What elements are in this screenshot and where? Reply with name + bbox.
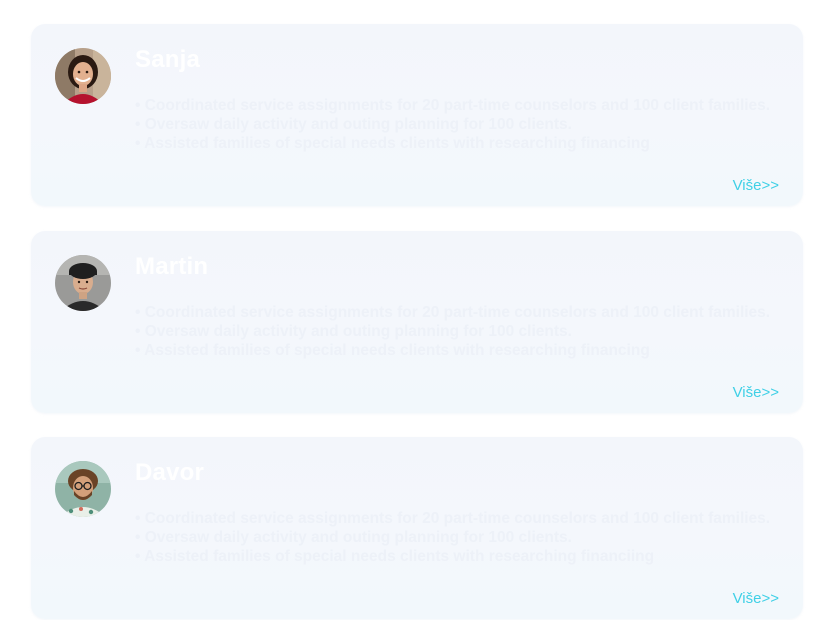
bullet-item: • Coordinated service assignments for 20… bbox=[135, 304, 771, 321]
profile-card: Davor • Coordinated service assignments … bbox=[31, 437, 803, 619]
bullet-item: • Oversaw daily activity and outing plan… bbox=[135, 529, 572, 546]
profile-card-list: Sanja • Coordinated service assignments … bbox=[0, 0, 834, 620]
profile-bullet-list: • Coordinated service assignments for 20… bbox=[135, 96, 770, 153]
bullet-item: • Assisted families of special needs cli… bbox=[135, 548, 655, 565]
man-hat-portrait-icon bbox=[55, 255, 111, 311]
profile-name: Martin bbox=[135, 253, 209, 280]
profile-card: Sanja • Coordinated service assignments … bbox=[31, 24, 803, 206]
more-link[interactable]: Više>> bbox=[733, 384, 779, 401]
avatar bbox=[55, 255, 111, 311]
man-glasses-portrait-icon bbox=[55, 461, 111, 517]
woman-portrait-icon bbox=[55, 48, 111, 104]
bullet-item: • Oversaw daily activity and outing plan… bbox=[135, 116, 572, 133]
more-link[interactable]: Više>> bbox=[733, 177, 779, 194]
avatar bbox=[55, 48, 111, 104]
more-link[interactable]: Više>> bbox=[733, 590, 779, 607]
profile-name: Sanja bbox=[135, 46, 201, 73]
bullet-item: • Coordinated service assignments for 20… bbox=[135, 97, 771, 114]
avatar bbox=[55, 461, 111, 517]
profile-bullet-list: • Coordinated service assignments for 20… bbox=[135, 509, 770, 566]
bullet-item: • Assisted families of special needs cli… bbox=[135, 342, 650, 359]
bullet-item: • Assisted families of special needs cli… bbox=[135, 135, 650, 152]
profile-name: Davor bbox=[135, 459, 205, 486]
profile-bullet-list: • Coordinated service assignments for 20… bbox=[135, 303, 770, 360]
bullet-item: • Oversaw daily activity and outing plan… bbox=[135, 323, 572, 340]
bullet-item: • Coordinated service assignments for 20… bbox=[135, 510, 771, 527]
profile-card: Martin • Coordinated service assignments… bbox=[31, 231, 803, 413]
